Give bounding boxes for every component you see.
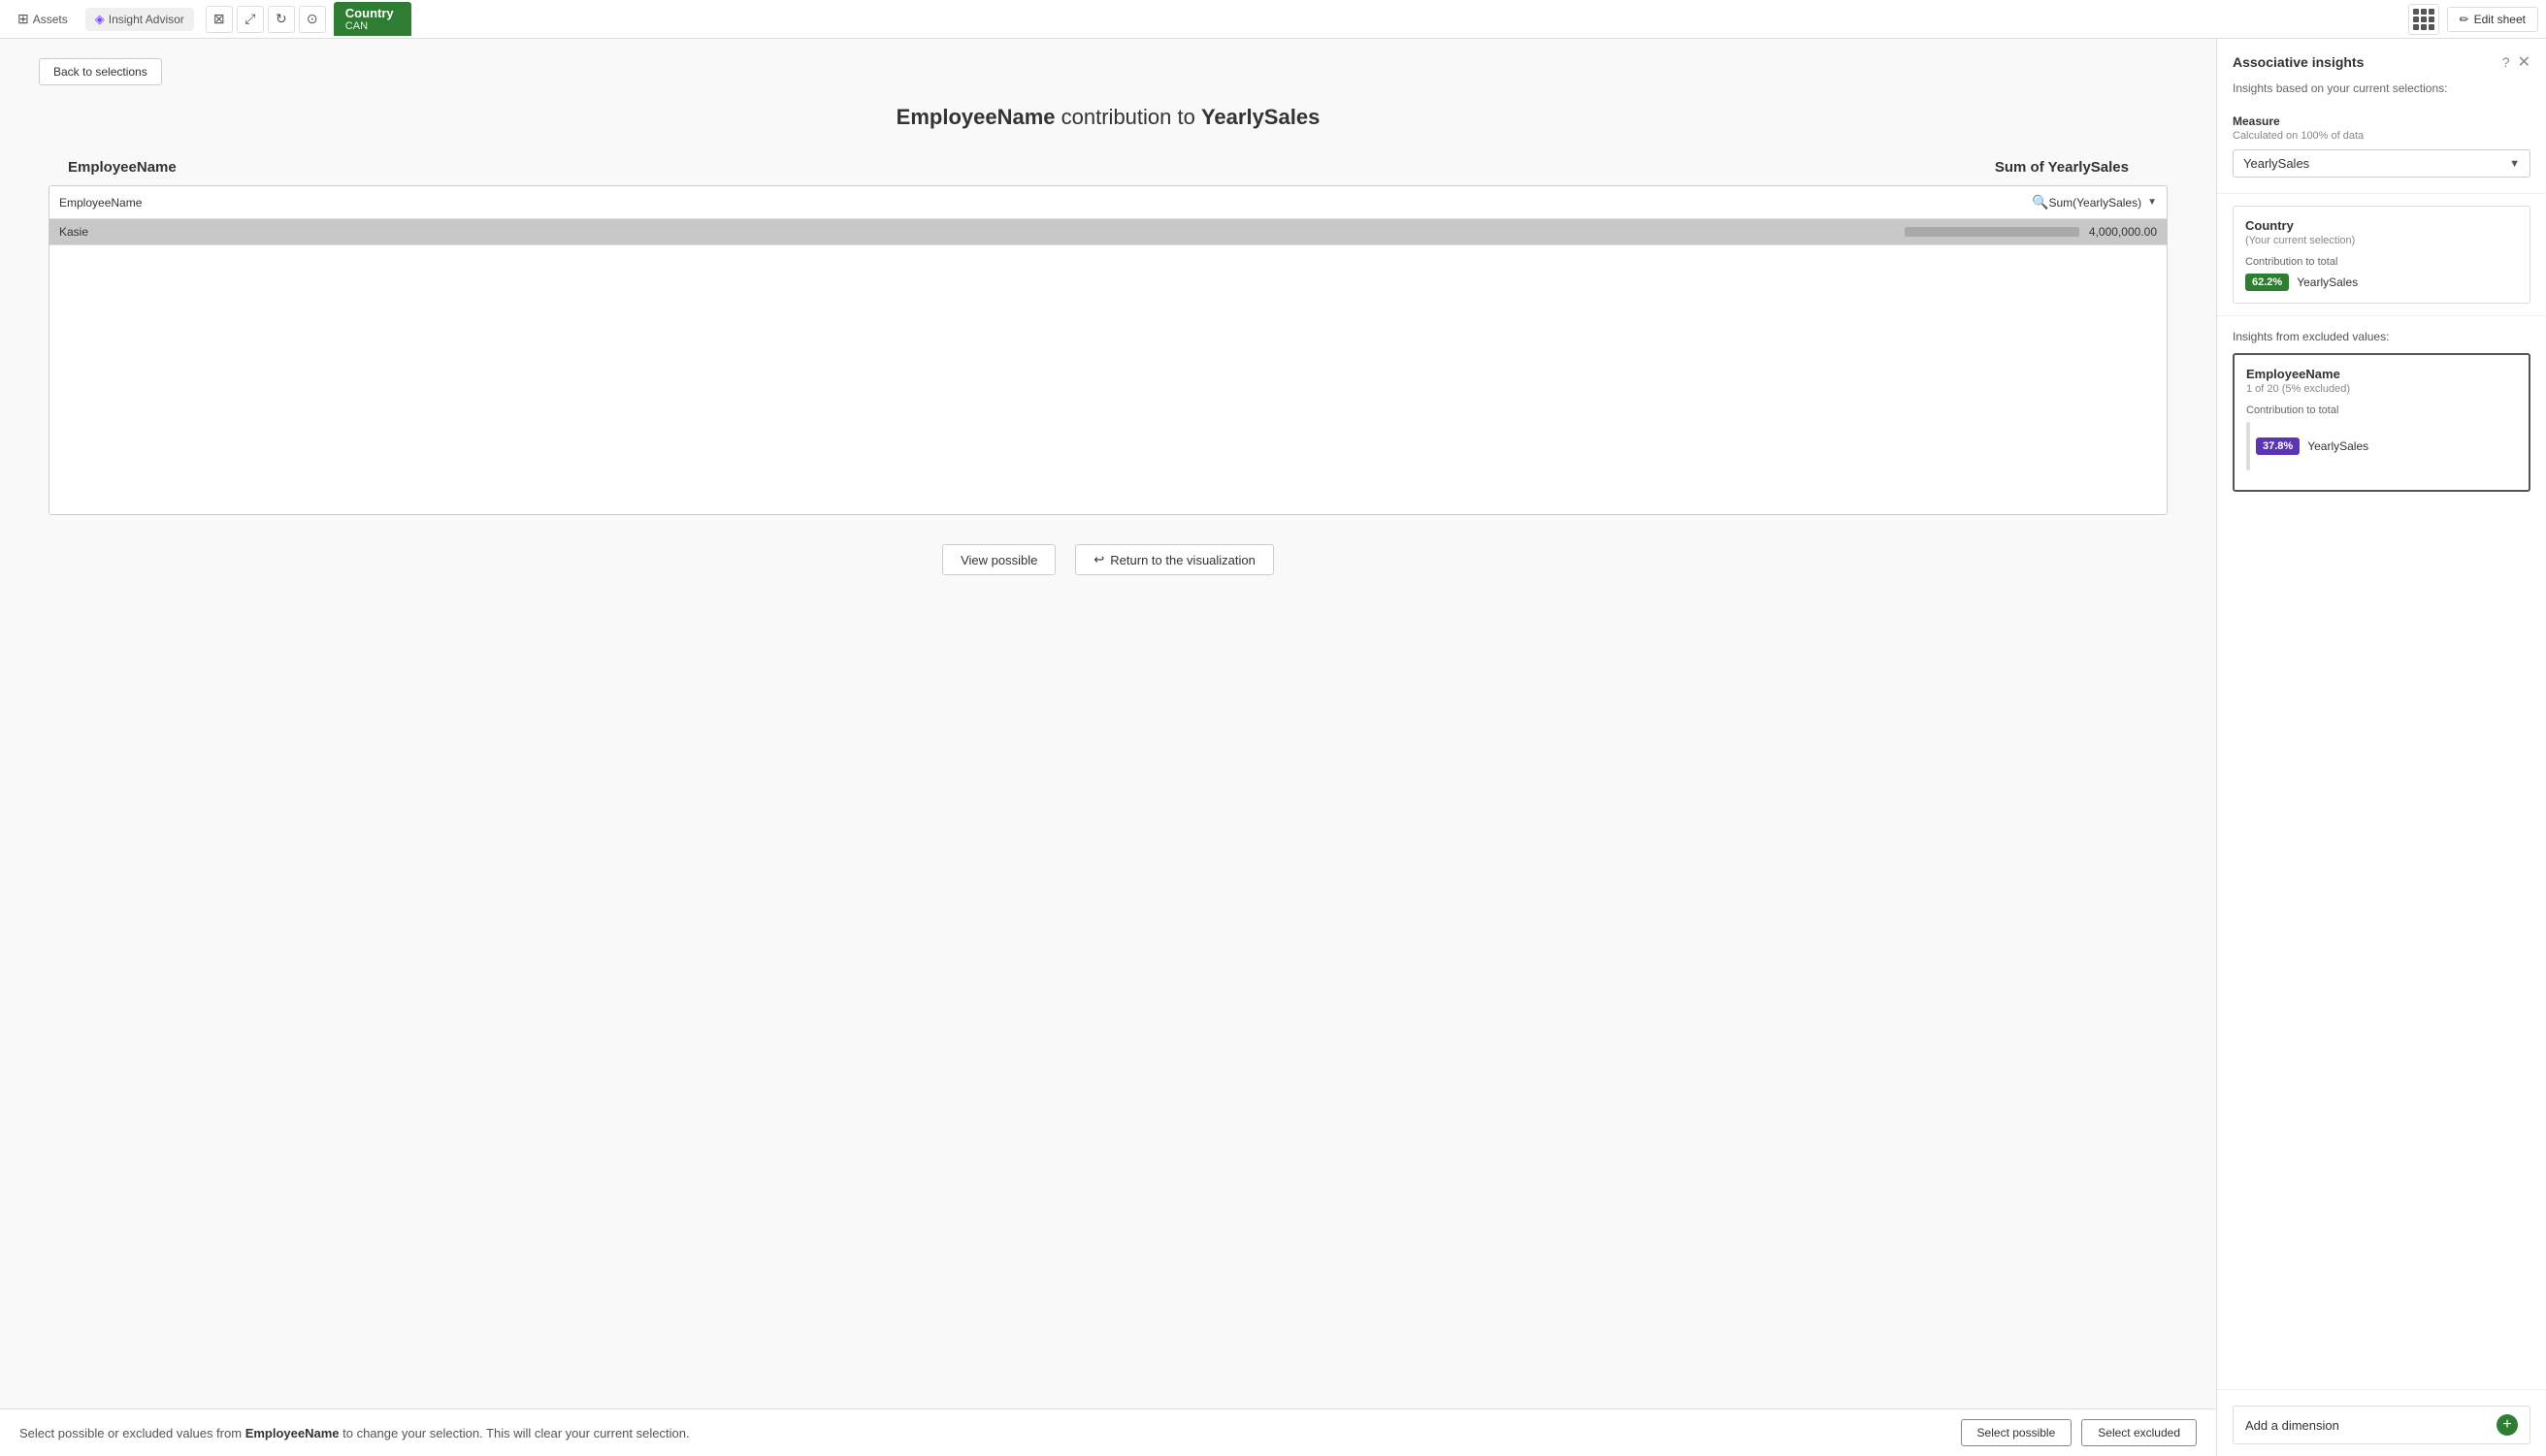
- assets-label: Assets: [33, 13, 68, 26]
- add-dimension-button[interactable]: Add a dimension +: [2233, 1406, 2530, 1444]
- excluded-bar: [2246, 422, 2250, 470]
- zoom-fit-icon[interactable]: ⊠: [206, 6, 233, 33]
- close-icon[interactable]: ✕: [2518, 52, 2530, 72]
- bottom-bar: Select possible or excluded values from …: [0, 1408, 2216, 1456]
- insight-title: EmployeeName contribution to YearlySales: [39, 105, 2177, 130]
- return-label: Return to the visualization: [1110, 553, 1256, 567]
- toolbar-icons: ⊠ ⤢ ↻ ⊙: [206, 6, 326, 33]
- help-icon[interactable]: ?: [2502, 54, 2510, 70]
- excluded-section-label: Insights from excluded values:: [2217, 320, 2546, 349]
- bottom-bar-field: EmployeeName: [245, 1426, 340, 1440]
- measure-label: Measure: [2233, 114, 2530, 128]
- country-tab-value: CAN: [345, 20, 368, 32]
- excluded-contribution-row: 37.8% YearlySales: [2256, 437, 2368, 455]
- back-button-label: Back to selections: [53, 65, 147, 79]
- select-possible-button[interactable]: Select possible: [1961, 1419, 2073, 1446]
- edit-sheet-label: Edit sheet: [2474, 13, 2526, 26]
- divider-3: [2217, 1389, 2546, 1390]
- back-to-selections-button[interactable]: Back to selections: [39, 58, 162, 85]
- contribution-label: Contribution to total: [2245, 256, 2518, 268]
- title-connector: contribution to: [1056, 105, 1201, 129]
- table-header-sales: Sum(YearlySales): [2048, 196, 2141, 210]
- target-icon[interactable]: ⊙: [299, 6, 326, 33]
- bottom-bar-prefix: Select possible or excluded values from: [19, 1426, 245, 1440]
- add-icon[interactable]: +: [2497, 1414, 2518, 1436]
- dropdown-arrow-icon: ▼: [2509, 158, 2520, 170]
- contribution-row: 62.2% YearlySales: [2245, 274, 2518, 291]
- excluded-field: YearlySales: [2307, 439, 2368, 453]
- select-possible-label: Select possible: [1977, 1426, 2056, 1440]
- measure-sublabel: Calculated on 100% of data: [2233, 130, 2530, 142]
- content-area: Back to selections EmployeeName contribu…: [0, 39, 2216, 1456]
- country-tab-label: Country: [345, 6, 394, 20]
- row-bar: [1905, 227, 2079, 237]
- sales-column-header: Sum of YearlySales: [1995, 159, 2129, 176]
- dimension-name: EmployeeName: [897, 105, 1056, 129]
- table-header-row: EmployeeName 🔍 Sum(YearlySales) ▼: [49, 186, 2167, 219]
- view-possible-button[interactable]: View possible: [942, 544, 1056, 575]
- table-search-icon[interactable]: 🔍: [2032, 194, 2048, 210]
- sidebar: Associative insights ? ✕ Insights based …: [2216, 39, 2546, 1456]
- divider-2: [2217, 315, 2546, 316]
- grid-view-icon[interactable]: [2408, 4, 2439, 35]
- assets-icon: ⊞: [17, 11, 29, 27]
- country-tab[interactable]: Country CAN: [334, 2, 411, 36]
- return-arrow-icon: ↩: [1093, 552, 1104, 567]
- lock-icon[interactable]: ↻: [268, 6, 295, 33]
- measure-name: YearlySales: [1201, 105, 1320, 129]
- excluded-card-subtitle: 1 of 20 (5% excluded): [2246, 383, 2517, 395]
- main-layout: Back to selections EmployeeName contribu…: [0, 39, 2546, 1456]
- select-excluded-label: Select excluded: [2098, 1426, 2180, 1440]
- bottom-bar-buttons: Select possible Select excluded: [1961, 1419, 2197, 1446]
- bottom-buttons: View possible ↩ Return to the visualizat…: [39, 544, 2177, 575]
- sidebar-title: Associative insights: [2233, 54, 2364, 70]
- sidebar-subtitle: Insights based on your current selection…: [2217, 78, 2546, 107]
- excluded-contribution-label: Contribution to total: [2246, 404, 2517, 416]
- select-excluded-button[interactable]: Select excluded: [2081, 1419, 2197, 1446]
- bottom-bar-suffix: to change your selection. This will clea…: [340, 1426, 690, 1440]
- edit-sheet-button[interactable]: ✏ Edit sheet: [2447, 7, 2538, 32]
- current-selection-card: Country (Your current selection) Contrib…: [2233, 206, 2530, 304]
- employee-column-header: EmployeeName: [68, 159, 1995, 176]
- topbar: ⊞ Assets ◈ Insight Advisor ⊠ ⤢ ↻ ⊙ Count…: [0, 0, 2546, 39]
- row-employee-name: Kasie: [59, 225, 1905, 239]
- sidebar-header: Associative insights ? ✕: [2217, 39, 2546, 78]
- selection-card-title: Country: [2245, 218, 2518, 233]
- excluded-card-title: EmployeeName: [2246, 367, 2517, 381]
- pencil-icon: ✏: [2460, 13, 2469, 26]
- view-possible-label: View possible: [961, 553, 1037, 567]
- table-column-headers: EmployeeName Sum of YearlySales: [39, 159, 2177, 176]
- topbar-right: ✏ Edit sheet: [2408, 4, 2538, 35]
- sort-icon[interactable]: ▼: [2147, 197, 2157, 208]
- table-header-right: Sum(YearlySales) ▼: [2048, 196, 2157, 210]
- grid-dots: [2413, 9, 2434, 30]
- insight-icon: ◈: [95, 12, 105, 27]
- divider-1: [2217, 193, 2546, 194]
- measure-dropdown[interactable]: YearlySales ▼: [2233, 149, 2530, 178]
- zoom-full-icon[interactable]: ⤢: [237, 6, 264, 33]
- selection-card-subtitle: (Your current selection): [2245, 235, 2518, 246]
- table-header-employee: EmployeeName: [59, 196, 2028, 210]
- add-dimension-label: Add a dimension: [2245, 1418, 2339, 1433]
- sidebar-header-icons: ? ✕: [2502, 52, 2530, 72]
- data-table: EmployeeName 🔍 Sum(YearlySales) ▼ Kasie …: [49, 185, 2168, 515]
- table-row[interactable]: Kasie 4,000,000.00: [49, 219, 2167, 245]
- excluded-bar-area: 37.8% YearlySales: [2246, 422, 2517, 470]
- insight-advisor-tab[interactable]: ◈ Insight Advisor: [85, 8, 194, 31]
- row-sales-value: 4,000,000.00: [2089, 225, 2157, 239]
- sidebar-spacer: [2217, 503, 2546, 1385]
- contribution-badge-purple: 37.8%: [2256, 437, 2300, 455]
- excluded-badge-row: 37.8% YearlySales: [2256, 437, 2368, 455]
- assets-tab[interactable]: ⊞ Assets: [8, 7, 78, 31]
- contribution-field: YearlySales: [2297, 275, 2358, 289]
- insight-advisor-label: Insight Advisor: [109, 13, 184, 26]
- excluded-card[interactable]: EmployeeName 1 of 20 (5% excluded) Contr…: [2233, 353, 2530, 492]
- contribution-badge-green: 62.2%: [2245, 274, 2289, 291]
- return-to-visualization-button[interactable]: ↩ Return to the visualization: [1075, 544, 1274, 575]
- measure-section: Measure Calculated on 100% of data Yearl…: [2217, 107, 2546, 189]
- measure-dropdown-value: YearlySales: [2243, 156, 2309, 171]
- bottom-bar-text: Select possible or excluded values from …: [19, 1426, 690, 1440]
- excluded-subtitle-text: 1 of 20 (5% excluded): [2246, 383, 2350, 395]
